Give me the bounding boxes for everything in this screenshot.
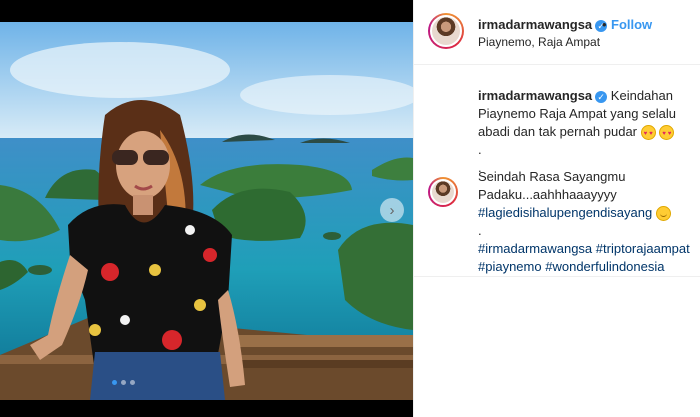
blushing-smile-emoji-icon (655, 206, 671, 222)
carousel-indicator (112, 380, 135, 385)
follow-button[interactable]: Follow (611, 17, 652, 32)
separator: • (602, 17, 607, 32)
photo-scene (0, 22, 413, 400)
hashtag-link[interactable]: #piaynemo (478, 259, 542, 274)
caption-dot: . (478, 142, 482, 157)
post-header: irmadarmawangsa ✓ • Follow Piaynemo, Raja… (414, 0, 700, 65)
carousel-dot (130, 380, 135, 385)
hashtag-link[interactable]: #triptorajaampat (596, 241, 690, 256)
verified-badge-icon: ✓ (595, 90, 608, 103)
caption: irmadarmawangsa ✓ Keindahan Piaynemo Raja… (478, 87, 693, 177)
avatar[interactable] (428, 13, 464, 49)
comment-dot: . (478, 223, 482, 238)
comment: Seindah Rasa Sayangmu Padaku...aahhhaaay… (478, 168, 693, 276)
comment-text: Seindah Rasa Sayangmu Padaku...aahhhaaay… (478, 169, 626, 202)
chevron-right-icon: › (389, 201, 395, 219)
hashtag-link[interactable]: #irmadarmawangsa (478, 241, 592, 256)
location-link[interactable]: Piaynemo, Raja Ampat (478, 35, 600, 49)
carousel-dot (112, 380, 117, 385)
divider (414, 276, 700, 277)
carousel-dot (121, 380, 126, 385)
caption-username[interactable]: irmadarmawangsa ✓ (478, 88, 608, 103)
username-link[interactable]: irmadarmawangsa ✓ (478, 17, 608, 32)
comment-avatar[interactable] (428, 177, 458, 207)
heart-eyes-emoji-icon (659, 125, 675, 143)
hashtag-link[interactable]: #wonderfulindonesia (545, 259, 664, 274)
heart-eyes-emoji-icon (640, 125, 656, 143)
hashtag-link[interactable]: #lagiedisihalupengendisayang (478, 205, 652, 220)
post-sidebar: irmadarmawangsa ✓ • Follow Piaynemo, Raja… (413, 0, 700, 417)
username-text[interactable]: irmadarmawangsa (478, 17, 592, 32)
carousel-next-button[interactable]: › (380, 198, 404, 222)
post-photo[interactable]: › (0, 0, 413, 417)
